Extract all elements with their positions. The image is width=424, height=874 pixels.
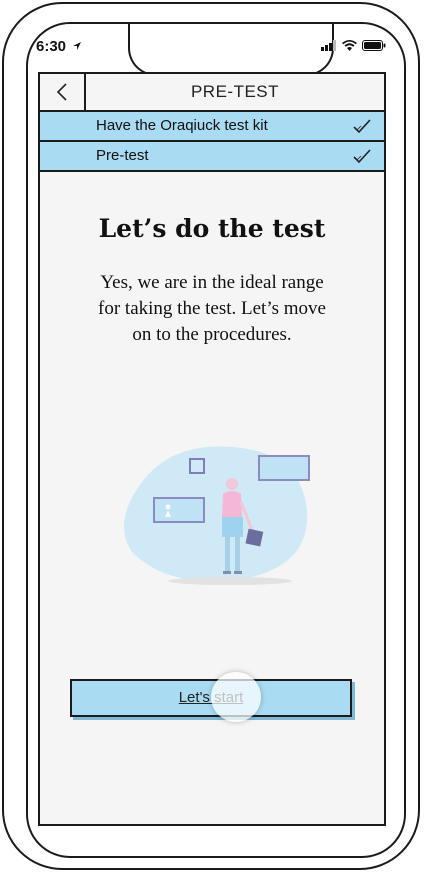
- notch: [128, 24, 334, 76]
- app-screen: PRE-TEST Have the Oraqiuck test kit Pre-…: [38, 72, 386, 826]
- main-heading: Let’s do the test: [98, 214, 326, 243]
- chevron-left-icon: [56, 83, 67, 101]
- back-button[interactable]: [40, 74, 86, 110]
- page-title: PRE-TEST: [190, 82, 280, 101]
- main-description: Yes, we are in the ideal range for takin…: [98, 272, 326, 345]
- checkmark-icon: [353, 119, 371, 134]
- battery-icon: [362, 40, 386, 51]
- step-label: Have the Oraqiuck test kit: [96, 117, 268, 134]
- step-item-pre-test[interactable]: Pre-test: [40, 142, 384, 172]
- status-time: 6:30: [36, 38, 82, 55]
- status-icons: [321, 40, 386, 51]
- wifi-icon: [342, 40, 357, 51]
- touch-indicator: [211, 672, 261, 722]
- step-item-test-kit[interactable]: Have the Oraqiuck test kit: [40, 112, 384, 142]
- person-with-frames-illustration: [124, 446, 310, 585]
- signal-icon: [321, 40, 336, 51]
- location-arrow-icon: [73, 42, 82, 50]
- checkmark-icon: [353, 149, 371, 164]
- navbar: PRE-TEST: [40, 74, 384, 112]
- step-label: Pre-test: [96, 147, 149, 164]
